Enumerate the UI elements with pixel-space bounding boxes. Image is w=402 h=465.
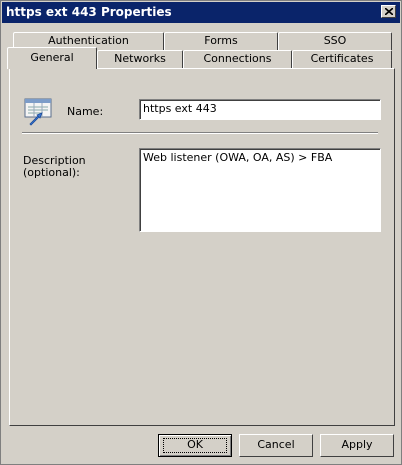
name-input[interactable]: https ext 443 — [139, 99, 381, 120]
tab-general[interactable]: General — [7, 47, 97, 69]
tab-connections-label: Connections — [203, 52, 272, 65]
cancel-button-label: Cancel — [257, 438, 295, 451]
tab-authentication-label: Authentication — [48, 34, 129, 47]
description-textarea[interactable]: Web listener (OWA, OA, AS) > FBA — [139, 148, 381, 232]
tab-forms-label: Forms — [204, 34, 238, 47]
separator — [22, 132, 378, 134]
name-input-value: https ext 443 — [143, 102, 217, 115]
name-label: Name: — [67, 105, 104, 118]
tab-connections[interactable]: Connections — [183, 50, 292, 68]
tab-networks-label: Networks — [114, 52, 166, 65]
apply-button[interactable]: Apply — [320, 434, 394, 457]
general-panel: Name: https ext 443 Description (optiona… — [9, 68, 395, 426]
close-icon — [385, 8, 393, 15]
cancel-button[interactable]: Cancel — [239, 434, 313, 457]
window-title: https ext 443 Properties — [6, 5, 172, 19]
focus-rect — [163, 438, 227, 453]
tab-certificates-label: Certificates — [310, 52, 374, 65]
close-button[interactable] — [381, 5, 396, 18]
tab-sso[interactable]: SSO — [278, 32, 392, 50]
description-textarea-value: Web listener (OWA, OA, AS) > FBA — [143, 151, 333, 164]
title-bar: https ext 443 Properties — [2, 2, 400, 23]
tab-general-label: General — [30, 51, 74, 64]
web-listener-icon — [24, 98, 52, 126]
tab-networks[interactable]: Networks — [97, 50, 183, 68]
properties-dialog: https ext 443 Properties Authentication … — [0, 0, 402, 465]
apply-button-label: Apply — [341, 438, 373, 451]
tab-certificates[interactable]: Certificates — [292, 50, 392, 68]
tab-forms[interactable]: Forms — [164, 32, 278, 50]
tab-sso-label: SSO — [323, 34, 347, 47]
ok-button[interactable]: OK — [158, 434, 232, 457]
description-label-line2: (optional): — [23, 166, 80, 179]
